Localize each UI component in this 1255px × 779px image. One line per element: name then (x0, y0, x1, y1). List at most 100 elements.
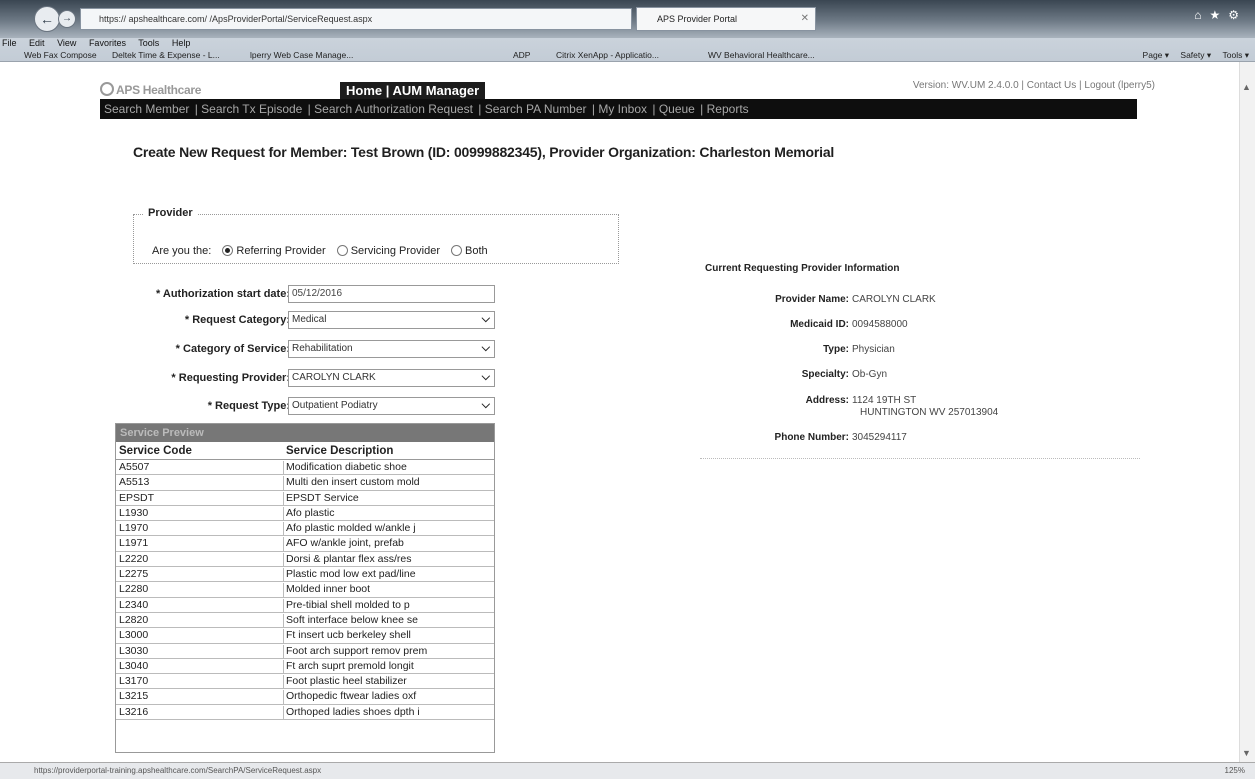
request-type-select[interactable]: Outpatient Podiatry ⌵ (288, 397, 495, 415)
page-menu[interactable]: Page ▾ (1143, 50, 1169, 60)
table-row: L3040 Ft arch suprt premold longit (116, 659, 494, 675)
provider-role-question: Are you the: (152, 245, 212, 257)
both-label[interactable]: Both (465, 245, 488, 257)
tab-title: APS Provider Portal (657, 14, 738, 24)
requesting-provider-label: * Requesting Provider: (171, 372, 290, 384)
menu-file[interactable]: File (2, 38, 17, 48)
service-code-cell: L3030 (116, 644, 284, 659)
table-row: L3215 Orthopedic ftwear ladies oxf (116, 689, 494, 705)
provider-info-title: Current Requesting Provider Information (705, 263, 900, 274)
service-code-cell: L2280 (116, 583, 284, 598)
favorite-case-manager[interactable]: lperry Web Case Manage... (250, 50, 353, 60)
forward-button[interactable]: → (58, 10, 76, 28)
window-controls[interactable]: ⌂★⚙ (1194, 8, 1247, 22)
back-button[interactable]: ← (34, 6, 60, 32)
page-title: Create New Request for Member: Test Brow… (133, 144, 835, 160)
table-row: L3216 Orthoped ladies shoes dpth i (116, 705, 494, 721)
favorite-wv-behavioral[interactable]: WV Behavioral Healthcare... (708, 50, 815, 60)
header-links[interactable]: Version: WV.UM 2.4.0.0 | Contact Us | Lo… (913, 80, 1155, 91)
category-of-service-row: * Category of Service: Rehabilitation ⌵ (125, 340, 495, 360)
tools-menu[interactable]: Tools ▾ (1223, 50, 1249, 60)
service-code-cell: L2220 (116, 552, 284, 567)
menu-favorites[interactable]: Favorites (89, 38, 126, 48)
menu-bar: File Edit View Favorites Tools Help (0, 38, 1255, 50)
table-row: L2820 Soft interface below knee se (116, 613, 494, 629)
service-description-cell: Foot arch support remov prem (286, 644, 428, 657)
menu-tools[interactable]: Tools (138, 38, 159, 48)
command-bar: Page ▾ Safety ▾ Tools ▾ (1134, 50, 1249, 61)
specialty-row: Specialty: Ob-Gyn (700, 369, 1140, 385)
medicaid-id-value: 0094588000 (852, 319, 908, 330)
auth-start-label: * Authorization start date: (155, 288, 290, 300)
menu-search-member[interactable]: Search Member (104, 102, 189, 116)
service-code-cell: A5513 (116, 476, 284, 491)
service-description-cell: Ft arch suprt premold longit (286, 659, 414, 672)
service-code-cell: L1971 (116, 537, 284, 552)
service-description-cell: Multi den insert custom mold (286, 476, 420, 489)
service-description-header: Service Description (286, 445, 394, 457)
table-row: A5507 Modification diabetic shoe (116, 460, 494, 476)
favorite-citrix[interactable]: Citrix XenApp - Applicatio... (556, 50, 659, 60)
phone-row: Phone Number: 3045294117 (700, 432, 1140, 448)
provider-type-value: Physician (852, 344, 895, 355)
phone-label: Phone Number: (774, 432, 849, 443)
service-code-cell: L2340 (116, 598, 284, 613)
servicing-provider-label[interactable]: Servicing Provider (351, 245, 440, 257)
service-description-cell: Orthoped ladies shoes dpth i (286, 705, 420, 718)
back-arrow-icon: ← (40, 11, 54, 27)
specialty-value: Ob-Gyn (852, 369, 888, 380)
app-logo[interactable]: APS Healthcare (100, 82, 201, 97)
service-description-cell: Orthopedic ftwear ladies oxf (286, 690, 417, 703)
referring-provider-label[interactable]: Referring Provider (236, 245, 325, 257)
auth-start-row: * Authorization start date: 05/12/2016 (125, 285, 495, 305)
menu-queue[interactable]: Queue (659, 102, 695, 116)
service-code-cell: L3000 (116, 629, 284, 644)
tab-close-icon[interactable]: ✕ (801, 8, 809, 30)
chevron-down-icon: ⌵ (481, 371, 490, 383)
status-url: https://providerportal-training.apshealt… (34, 766, 322, 775)
favorite-web-fax[interactable]: Web Fax Compose (24, 50, 97, 60)
top-navigation[interactable]: Home | AUM Manager (340, 82, 486, 99)
menu-edit[interactable]: Edit (29, 38, 45, 48)
favorite-adp[interactable]: ADP (513, 50, 530, 60)
both-radio[interactable] (451, 245, 463, 256)
safety-menu[interactable]: Safety ▾ (1180, 50, 1211, 60)
browser-tab[interactable]: APS Provider Portal ✕ (636, 7, 816, 31)
provider-info-divider (700, 458, 1140, 459)
address-bar[interactable]: https:// apshealthcare.com/ /ApsProvider… (80, 8, 632, 30)
service-description-cell: Afo plastic molded w/ankle j (286, 522, 416, 535)
requesting-provider-select[interactable]: CAROLYN CLARK ⌵ (288, 369, 495, 387)
request-category-select[interactable]: Medical ⌵ (288, 311, 495, 329)
menu-reports[interactable]: Reports (707, 102, 749, 116)
scroll-down-icon[interactable]: ▼ (1242, 748, 1251, 758)
menu-search-tx-episode[interactable]: Search Tx Episode (201, 102, 302, 116)
scroll-up-icon[interactable]: ▲ (1242, 82, 1251, 92)
service-preview-header: Service Code Service Description (116, 442, 494, 460)
category-of-service-select[interactable]: Rehabilitation ⌵ (288, 340, 495, 358)
table-row: EPSDT EPSDT Service (116, 491, 494, 506)
browser-titlebar: ← → https:// apshealthcare.com/ /ApsProv… (0, 0, 1255, 38)
service-description-cell: Foot plastic heel stabilizer (286, 675, 407, 688)
chevron-down-icon: ⌵ (481, 313, 490, 325)
menu-search-pa-number[interactable]: Search PA Number (485, 102, 587, 116)
servicing-provider-radio[interactable] (336, 245, 348, 256)
menu-view[interactable]: View (57, 38, 76, 48)
favorite-deltek[interactable]: Deltek Time & Expense - L... (112, 50, 220, 60)
service-code-cell: L2820 (116, 613, 284, 628)
table-row: L2280 Molded inner boot (116, 582, 494, 598)
zoom-level[interactable]: 125% (1225, 763, 1245, 779)
referring-provider-radio[interactable] (222, 245, 234, 256)
service-preview-rows: A5507 Modification diabetic shoe A5513 Mult… (116, 460, 494, 721)
menu-my-inbox[interactable]: My Inbox (598, 102, 647, 116)
menu-search-authorization[interactable]: Search Authorization Request (314, 102, 473, 116)
menu-help[interactable]: Help (172, 38, 191, 48)
forward-arrow-icon: → (62, 13, 72, 24)
auth-start-date-input[interactable]: 05/12/2016 (288, 285, 495, 303)
page-scrollbar[interactable]: ▲ ▼ (1239, 62, 1255, 762)
requesting-provider-row: * Requesting Provider: CAROLYN CLARK ⌵ (125, 369, 495, 389)
service-code-cell: L1930 (116, 506, 284, 521)
address-label: Address: (805, 395, 849, 406)
provider-name-label: Provider Name: (775, 294, 849, 305)
service-description-cell: Molded inner boot (286, 583, 371, 596)
provider-type-label: Type: (823, 344, 849, 355)
